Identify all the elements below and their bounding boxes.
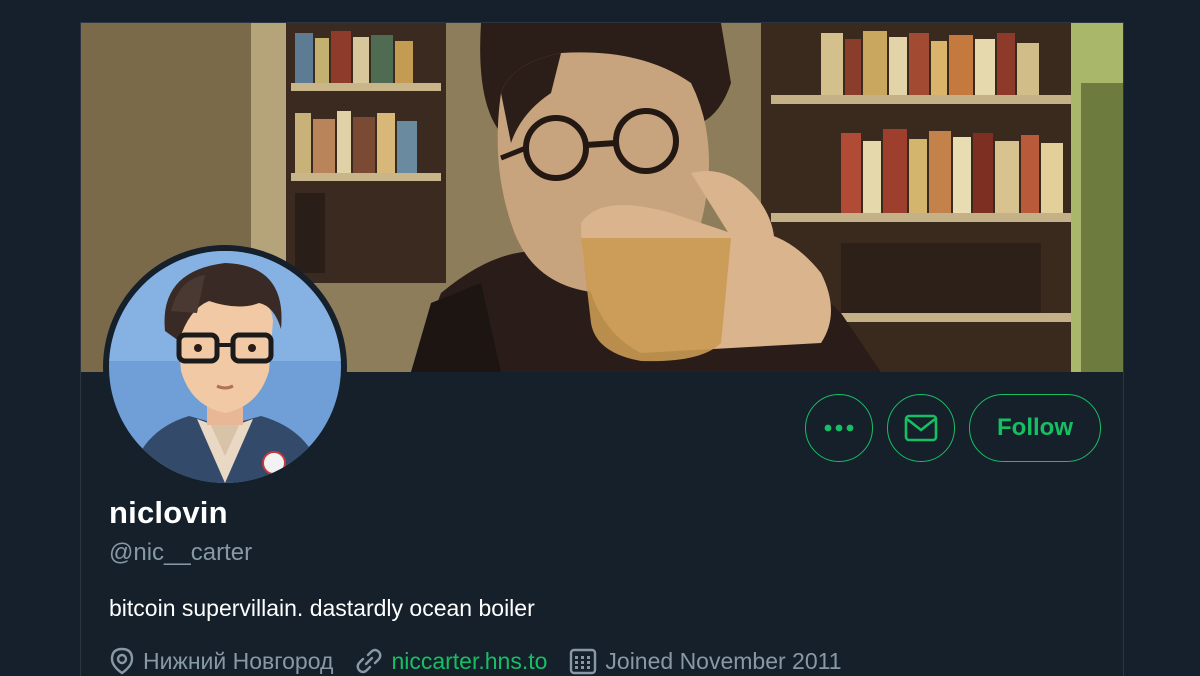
profile-meta: Нижний Новгород niccarter.hns.to Joined … (109, 647, 864, 675)
profile-bio: bitcoin supervillain. dastardly ocean bo… (109, 595, 535, 621)
follow-button-label: Follow (997, 414, 1073, 441)
more-dots-icon (824, 424, 854, 432)
user-handle: @nic__carter (109, 539, 253, 566)
display-name: niclovin (109, 495, 228, 530)
location-text: Нижний Новгород (143, 647, 334, 674)
profile-actions: Follow (805, 394, 1101, 462)
profile-website[interactable]: niccarter.hns.to (355, 647, 547, 675)
joined-date: Joined November 2011 (605, 647, 842, 674)
calendar-icon (570, 648, 597, 675)
more-options-button[interactable] (805, 394, 874, 462)
envelope-icon (904, 414, 938, 442)
follow-button[interactable]: Follow (969, 394, 1101, 462)
profile-joined: Joined November 2011 (569, 647, 842, 675)
website-link[interactable]: niccarter.hns.to (391, 648, 547, 675)
profile-location: Нижний Новгород (109, 647, 333, 675)
profile-avatar[interactable] (103, 245, 347, 489)
location-pin-icon (110, 647, 134, 675)
profile-card: Follow niclovin @nic__carter bitcoin sup… (80, 22, 1124, 676)
message-button[interactable] (887, 394, 956, 462)
link-icon (356, 648, 382, 674)
